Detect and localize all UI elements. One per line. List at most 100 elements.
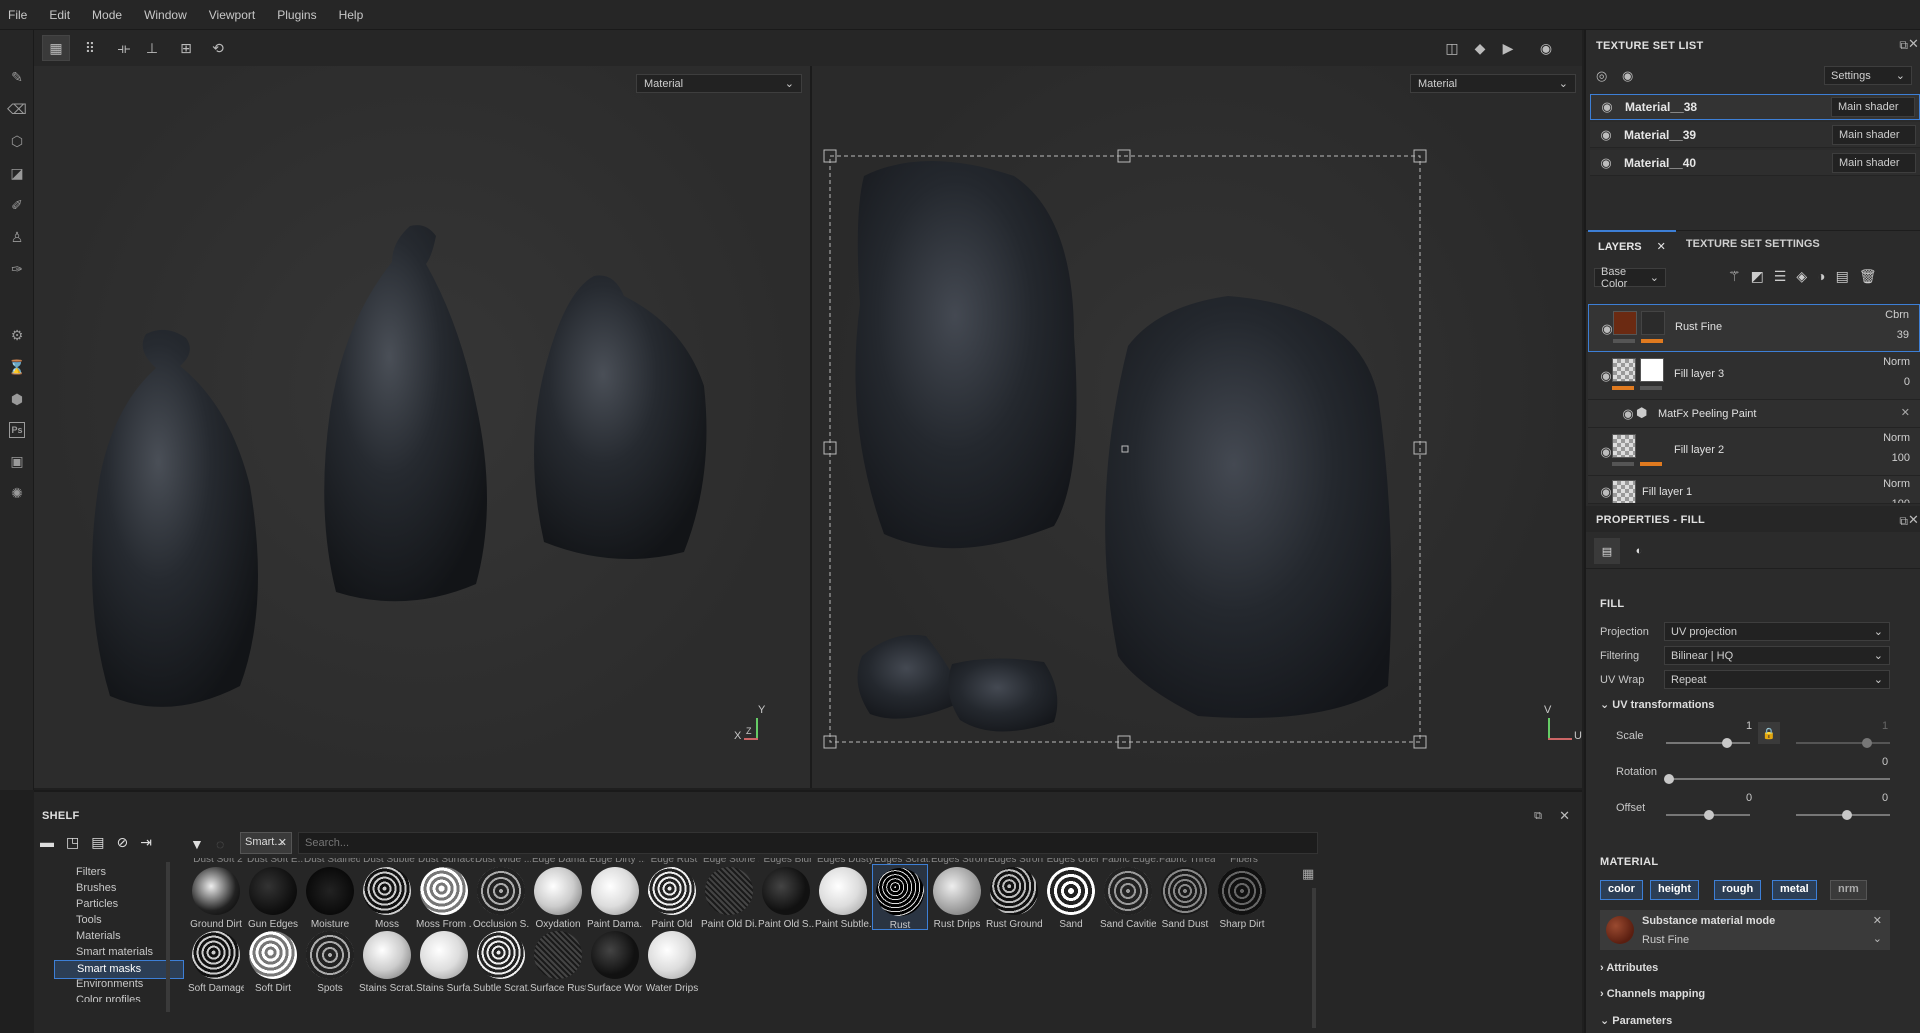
uv-transformations-toggle[interactable]: ⌄ UV transformations: [1600, 698, 1714, 711]
shelf-scrollbar[interactable]: [1312, 888, 1316, 1028]
channel-color-toggle[interactable]: color: [1600, 880, 1643, 900]
delete-icon[interactable]: 🗑: [1859, 268, 1887, 284]
slider-knob[interactable]: [1704, 810, 1714, 820]
shelf-item[interactable]: Sand Dust: [1157, 864, 1213, 930]
shelf-item[interactable]: Paint Old Di...: [701, 864, 757, 930]
shelf-item[interactable]: Oxydation: [530, 864, 586, 930]
folder-icon[interactable]: ▬: [40, 834, 66, 850]
shelf-category-color-profiles[interactable]: Color profiles: [54, 992, 184, 1002]
offset-u-slider[interactable]: [1666, 810, 1750, 820]
add-mask-icon[interactable]: ◩: [1751, 268, 1774, 284]
shader-select[interactable]: Main shader: [1831, 97, 1915, 117]
viewport-3d[interactable]: Material ⌄ X Z Y: [34, 66, 810, 788]
layer-row[interactable]: ◉ Rust Fine Cbrn 39: [1588, 304, 1920, 352]
undock-icon[interactable]: ⧉: [1899, 514, 1908, 529]
menu-window[interactable]: Window: [144, 8, 187, 22]
layer-row[interactable]: ◉ Fill layer 1 Norm 100: [1588, 476, 1920, 504]
photoshop-export-icon[interactable]: Ps: [9, 422, 25, 438]
lock-icon[interactable]: 🔒: [1758, 722, 1780, 744]
shelf-item[interactable]: Occlusion S...: [473, 864, 529, 930]
texture-set-row[interactable]: ◉ Material__38 Main shader: [1590, 94, 1920, 120]
category-scrollbar[interactable]: [166, 862, 170, 1012]
shelf-item[interactable]: Sand: [1043, 864, 1099, 930]
close-icon[interactable]: ✕: [278, 836, 287, 849]
channel-height-toggle[interactable]: height: [1650, 880, 1699, 900]
shader-select[interactable]: Main shader: [1832, 124, 1916, 145]
add-view-icon[interactable]: ⊞: [172, 35, 200, 61]
scale-slider[interactable]: [1666, 738, 1750, 748]
camera-icon[interactable]: ▶: [1494, 35, 1522, 61]
filter-icon[interactable]: ▼: [190, 836, 204, 852]
channels-mapping-toggle[interactable]: › Channels mapping: [1600, 988, 1705, 1000]
channel-metal-toggle[interactable]: metal: [1772, 880, 1817, 900]
shelf-item[interactable]: Rust: [872, 864, 928, 931]
channel-select[interactable]: Base Color ⌄: [1594, 266, 1666, 290]
menu-plugins[interactable]: Plugins: [277, 8, 316, 22]
add-effect-icon[interactable]: ◑: [1817, 268, 1835, 284]
scale-slider-2[interactable]: [1796, 738, 1890, 748]
chevron-down-icon[interactable]: ⌄: [1873, 932, 1882, 945]
tab-texture-set-settings[interactable]: TEXTURE SET SETTINGS: [1676, 230, 1830, 261]
eye-icon[interactable]: ◉: [1622, 68, 1633, 84]
close-icon[interactable]: ✕: [1908, 36, 1920, 52]
layer-blend-mode[interactable]: Norm: [1883, 478, 1910, 490]
symmetry-icon[interactable]: ⟛: [110, 35, 138, 61]
eye-icon[interactable]: ◉: [1599, 99, 1615, 115]
add-folder-icon[interactable]: ▤: [1836, 268, 1859, 284]
shelf-item[interactable]: Paint Old: [644, 864, 700, 930]
shader-select[interactable]: Main shader: [1832, 152, 1916, 173]
material-sphere-icon[interactable]: ◐: [1626, 538, 1652, 564]
refresh-icon[interactable]: ◌: [216, 836, 224, 852]
bake-icon[interactable]: ⌛: [6, 356, 28, 378]
effect-row[interactable]: ◉ ⬢ MatFx Peeling Paint ✕: [1588, 400, 1920, 428]
color-picker-icon[interactable]: ✑: [6, 258, 28, 280]
slider-knob[interactable]: [1842, 810, 1852, 820]
substance-material-box[interactable]: Substance material mode Rust Fine ✕ ⌄: [1600, 910, 1890, 950]
shelf-item[interactable]: Stains Scrat...: [359, 928, 415, 994]
layer-opacity[interactable]: 100: [1892, 498, 1910, 503]
paint-brush-icon[interactable]: ✎: [6, 66, 28, 88]
shelf-item[interactable]: Moss From ...: [416, 864, 472, 930]
channel-nrm-toggle[interactable]: nrm: [1830, 880, 1867, 900]
rotation-value[interactable]: 0: [1882, 756, 1888, 768]
screenshot-icon[interactable]: ◉: [1532, 35, 1560, 61]
texture-set-row[interactable]: ◉ Material__40 Main shader: [1590, 150, 1920, 176]
menu-edit[interactable]: Edit: [49, 8, 70, 22]
filtering-select[interactable]: Bilinear | HQ ⌄: [1664, 646, 1890, 665]
layer-blend-mode[interactable]: Norm: [1883, 356, 1910, 368]
polygon-fill-icon[interactable]: ◪: [6, 162, 28, 184]
render-cube-icon[interactable]: ◆: [1466, 35, 1494, 61]
close-icon[interactable]: ✕: [1908, 512, 1920, 528]
shelf-item[interactable]: Moisture: [302, 864, 358, 930]
texture-set-settings-dropdown[interactable]: Settings ⌄: [1824, 66, 1912, 85]
menu-viewport[interactable]: Viewport: [209, 8, 255, 22]
close-icon[interactable]: ✕: [1559, 808, 1570, 824]
settings-icon[interactable]: ⚙: [6, 324, 28, 346]
close-icon[interactable]: ✕: [1657, 241, 1666, 253]
close-icon[interactable]: ✕: [1873, 914, 1882, 927]
shelf-item[interactable]: Surface Worn: [587, 928, 643, 994]
slider-knob[interactable]: [1862, 738, 1872, 748]
layout-grid-icon[interactable]: ⠿: [76, 35, 104, 61]
layer-blend-mode[interactable]: Norm: [1883, 432, 1910, 444]
shelf-item[interactable]: Moss: [359, 864, 415, 930]
export-icon[interactable]: ▣: [6, 450, 28, 472]
plugin-icon[interactable]: ✺: [6, 482, 28, 504]
history-icon[interactable]: ⟲: [204, 35, 232, 61]
layer-opacity[interactable]: 39: [1897, 329, 1909, 341]
offset-v-slider[interactable]: [1796, 810, 1890, 820]
add-fill-icon[interactable]: ◈: [1796, 268, 1817, 284]
shelf-item[interactable]: Rust Drips: [929, 864, 985, 930]
add-layer-icon[interactable]: ☰: [1774, 268, 1797, 284]
grid-view-icon[interactable]: ▦: [42, 35, 70, 61]
eye-icon[interactable]: ◉: [1598, 155, 1614, 171]
substance-icon[interactable]: ⬢: [6, 388, 28, 410]
menu-help[interactable]: Help: [339, 8, 364, 22]
parameters-toggle[interactable]: ⌄ Parameters: [1600, 1014, 1672, 1028]
projection-select[interactable]: UV projection ⌄: [1664, 622, 1890, 641]
close-icon[interactable]: ✕: [1901, 406, 1910, 419]
tab-layers[interactable]: LAYERS ✕: [1588, 230, 1676, 261]
rotation-slider[interactable]: [1664, 774, 1890, 784]
slider-knob[interactable]: [1664, 774, 1674, 784]
shelf-item[interactable]: Rust Ground: [986, 864, 1042, 930]
